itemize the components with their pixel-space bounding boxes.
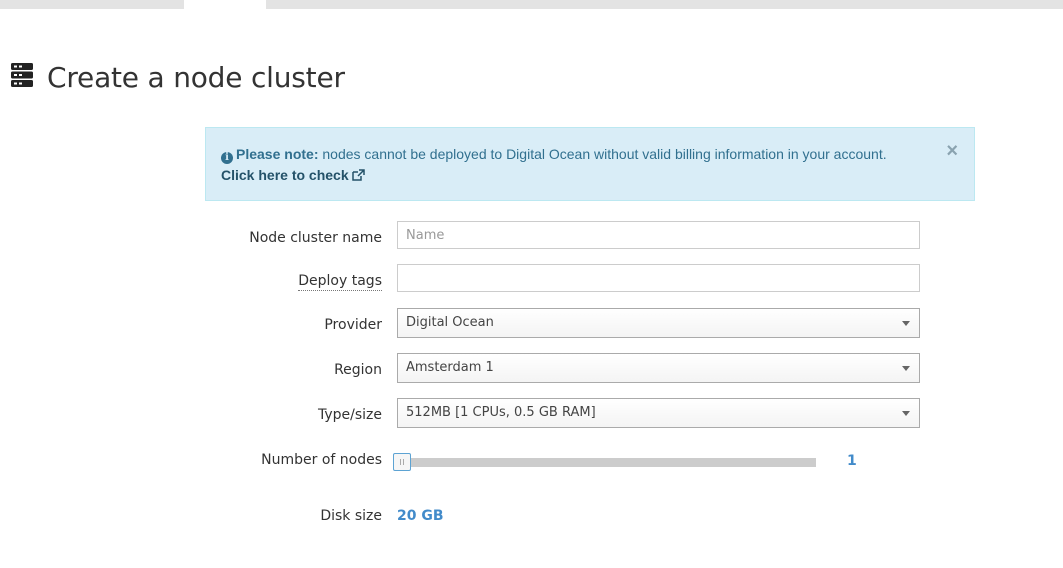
- number-of-nodes-value: 1: [847, 453, 857, 469]
- provider-selected-value: Digital Ocean: [406, 315, 494, 330]
- type-size-label: Type/size: [317, 407, 382, 423]
- tab-next[interactable]: [266, 0, 1063, 9]
- alert-close-button[interactable]: ×: [946, 141, 958, 161]
- provider-label: Provider: [324, 317, 382, 333]
- top-tab-bar: [0, 0, 1063, 9]
- slider-handle[interactable]: [393, 453, 411, 471]
- type-size-select[interactable]: 512MB [1 CPUs, 0.5 GB RAM]: [397, 398, 920, 428]
- chevron-down-icon: [902, 411, 910, 416]
- tab-active[interactable]: [184, 0, 266, 9]
- node-cluster-name-label: Node cluster name: [249, 230, 382, 246]
- region-selected-value: Amsterdam 1: [406, 360, 494, 375]
- chevron-down-icon: [902, 321, 910, 326]
- provider-select[interactable]: Digital Ocean: [397, 308, 920, 338]
- number-of-nodes-label: Number of nodes: [261, 452, 382, 468]
- server-icon: [11, 63, 33, 87]
- chevron-down-icon: [902, 366, 910, 371]
- billing-note-alert: i Please note: nodes cannot be deployed t…: [205, 127, 975, 201]
- number-of-nodes-slider[interactable]: [402, 458, 816, 467]
- info-circle-icon: i: [221, 152, 233, 164]
- node-cluster-name-input[interactable]: [397, 221, 920, 249]
- disk-size-value: 20 GB: [397, 508, 444, 524]
- check-billing-link-text: Click here to check: [221, 167, 349, 183]
- check-billing-link[interactable]: Click here to check: [221, 167, 365, 183]
- deploy-tags-label: Deploy tags: [298, 273, 382, 291]
- alert-note-label: Please note:: [236, 146, 319, 162]
- deploy-tags-input[interactable]: [397, 264, 920, 292]
- external-link-icon: [351, 169, 365, 181]
- type-size-selected-value: 512MB [1 CPUs, 0.5 GB RAM]: [406, 405, 596, 420]
- alert-message: nodes cannot be deployed to Digital Ocea…: [318, 146, 887, 162]
- disk-size-label: Disk size: [320, 508, 382, 524]
- region-label: Region: [334, 362, 382, 378]
- tab-previous[interactable]: [0, 0, 184, 9]
- region-select[interactable]: Amsterdam 1: [397, 353, 920, 383]
- page-title: Create a node cluster: [47, 61, 345, 94]
